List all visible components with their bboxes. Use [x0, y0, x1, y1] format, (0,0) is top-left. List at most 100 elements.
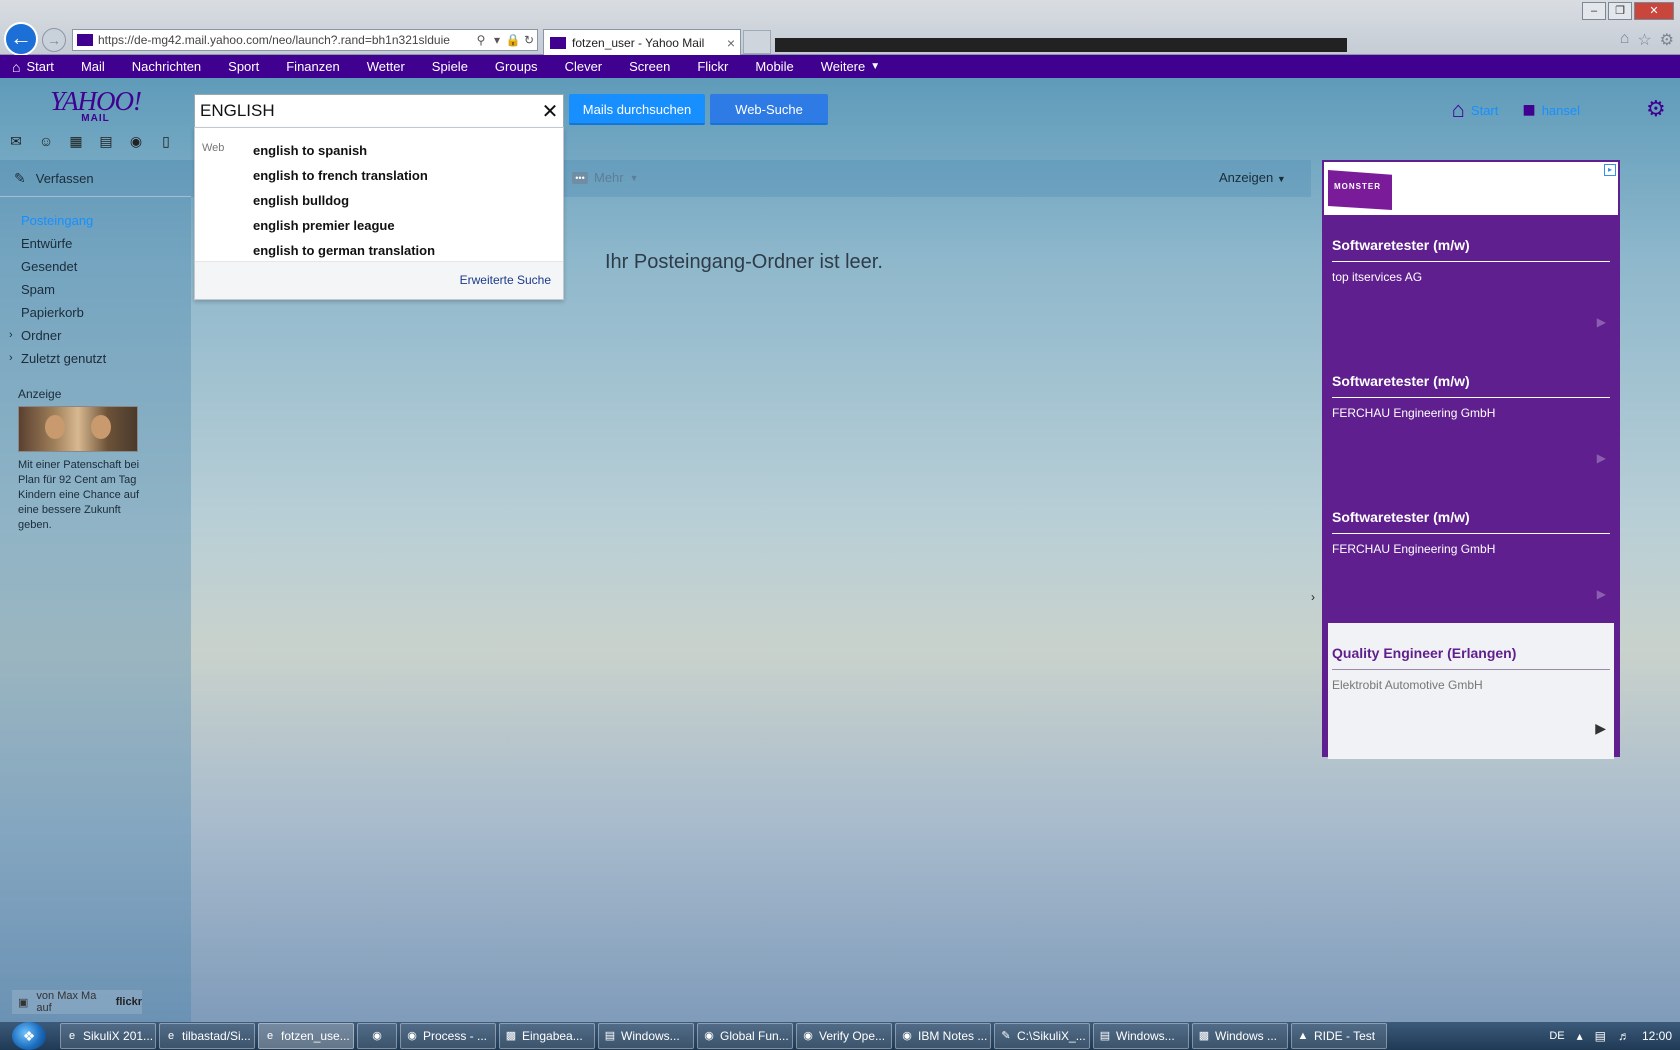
folder-drafts[interactable]: Entwürfe [21, 232, 106, 255]
taskbar-item[interactable]: ✎ C:\SikuliX_... [994, 1023, 1090, 1049]
taskbar-item[interactable]: ◉ Global Fun... [697, 1023, 793, 1049]
dropdown-icon[interactable]: ▾ [489, 33, 505, 47]
taskbar-item[interactable]: ◉ Process - ... [400, 1023, 496, 1049]
folder-sent[interactable]: Gesendet [21, 255, 106, 278]
address-bar[interactable]: https://de-mg42.mail.yahoo.com/neo/launc… [72, 29, 538, 51]
job-ad[interactable]: Softwaretester (m/w) top itservices AG ▶ [1324, 215, 1618, 351]
mail-icon[interactable]: ✉ [8, 134, 24, 149]
suggestion-item[interactable]: english premier league [253, 213, 435, 238]
language-indicator[interactable]: DE [1549, 1030, 1564, 1042]
taskbar-item[interactable]: e tilbastad/Si... [159, 1023, 255, 1049]
job-ad-highlighted[interactable]: Quality Engineer (Erlangen) Elektrobit A… [1328, 623, 1614, 759]
folder-recent[interactable]: › Zuletzt genutzt [9, 347, 106, 370]
folder-trash[interactable]: Papierkorb [21, 301, 106, 324]
new-tab-button[interactable] [743, 30, 771, 54]
contacts-icon[interactable]: ☺ [38, 134, 54, 149]
nav-item-screen[interactable]: Screen [629, 59, 670, 74]
nav-item-mail[interactable]: Mail [81, 59, 105, 74]
search-mails-button[interactable]: Mails durchsuchen [569, 94, 705, 125]
photo-credit[interactable]: ▣ von Max Ma auf flickr [12, 990, 142, 1014]
suggestion-item[interactable]: english to spanish [253, 138, 435, 163]
forward-button[interactable]: → [42, 28, 66, 52]
job-title: Softwaretester (m/w) [1332, 509, 1610, 534]
job-ad[interactable]: Softwaretester (m/w) FERCHAU Engineering… [1324, 487, 1618, 623]
refresh-icon[interactable]: ↻ [521, 33, 537, 47]
nav-item-weitere[interactable]: Weitere ▼ [821, 59, 880, 74]
address-url[interactable]: https://de-mg42.mail.yahoo.com/neo/launc… [98, 33, 473, 47]
nav-item-finanzen[interactable]: Finanzen [286, 59, 339, 74]
search-input[interactable] [200, 101, 537, 121]
mobile-icon[interactable]: ▯ [158, 134, 174, 149]
back-button[interactable]: ← [4, 22, 38, 56]
yahoo-mail-favicon-icon [77, 34, 93, 46]
monster-logo[interactable]: MONSTER [1328, 170, 1392, 210]
tray-expand-icon[interactable]: ▴ [1577, 1029, 1583, 1043]
collapse-ad-panel-icon[interactable]: › [1311, 590, 1315, 604]
close-window-button[interactable]: ✕ [1634, 2, 1674, 20]
taskbar-item[interactable]: ◉ Verify Ope... [796, 1023, 892, 1049]
taskbar-item[interactable]: ▲ RIDE - Test [1291, 1023, 1387, 1049]
flickr-brand: flickr [115, 996, 142, 1008]
start-button[interactable]: ❖ [12, 1022, 46, 1050]
restore-button[interactable]: ❐ [1608, 2, 1632, 20]
nav-item-start[interactable]: ⌂ Start [12, 59, 54, 75]
yahoo-mail-logo[interactable]: YAHOO! MAIL [48, 88, 143, 124]
suggestion-item[interactable]: english bulldog [253, 188, 435, 213]
nav-item-flickr[interactable]: Flickr [697, 59, 728, 74]
job-ad[interactable]: Softwaretester (m/w) FERCHAU Engineering… [1324, 351, 1618, 487]
messenger-icon[interactable]: ◉ [128, 134, 144, 149]
nav-item-sport[interactable]: Sport [228, 59, 259, 74]
user-icon: ■ [1522, 97, 1536, 122]
nav-item-nachrichten[interactable]: Nachrichten [132, 59, 201, 74]
suggestion-item[interactable]: english to french translation [253, 163, 435, 188]
folder-spam[interactable]: Spam [21, 278, 106, 301]
search-icon[interactable]: ⚲ [473, 33, 489, 47]
close-tab-icon[interactable]: × [722, 35, 740, 51]
account-link[interactable]: ■ hansel [1522, 97, 1580, 123]
taskbar-item[interactable]: e SikuliX 201... [60, 1023, 156, 1049]
gear-icon[interactable]: ⚙ [1646, 96, 1666, 122]
adchoices-icon[interactable]: ▸ [1604, 164, 1616, 176]
taskbar-item[interactable]: ◉ IBM Notes ... [895, 1023, 991, 1049]
sidebar-ad[interactable]: Anzeige Mit einer Patenschaft bei Plan f… [18, 387, 140, 533]
calendar-icon[interactable]: ▦ [68, 134, 84, 149]
more-button[interactable]: ••• Mehr ▼ [572, 170, 639, 185]
browser-tab[interactable]: fotzen_user - Yahoo Mail × [543, 29, 741, 55]
taskbar-item[interactable]: ▩ Eingabea... [499, 1023, 595, 1049]
nav-item-clever[interactable]: Clever [565, 59, 603, 74]
clear-search-icon[interactable]: ✕ [537, 99, 563, 124]
taskbar-label: Windows... [621, 1029, 680, 1043]
nav-item-spiele[interactable]: Spiele [432, 59, 468, 74]
advanced-search-link[interactable]: Erweiterte Suche [460, 273, 551, 287]
tab-title[interactable]: fotzen_user - Yahoo Mail [572, 36, 722, 50]
nav-item-groups[interactable]: Groups [495, 59, 538, 74]
view-button[interactable]: Anzeigen ▼ [1219, 170, 1286, 185]
chevron-down-icon: ▼ [870, 61, 881, 72]
taskbar-item[interactable]: ▩ Windows ... [1192, 1023, 1288, 1049]
folder-inbox[interactable]: Posteingang [21, 209, 106, 232]
folder-folders[interactable]: › Ordner [9, 324, 106, 347]
favorites-star-icon[interactable]: ☆ [1637, 30, 1651, 50]
taskbar-item[interactable]: ▤ Windows... [1093, 1023, 1189, 1049]
home-label: Start [1470, 102, 1499, 118]
home-link[interactable]: ⌂ Start [1452, 97, 1499, 123]
suggestion-item[interactable]: english to german translation [253, 238, 435, 263]
nav-item-wetter[interactable]: Wetter [367, 59, 405, 74]
chrome-icon: ◉ [407, 1030, 417, 1042]
network-icon[interactable]: ▤ [1595, 1029, 1606, 1043]
editor-icon: ✎ [1001, 1030, 1011, 1042]
volume-icon[interactable]: ♬ [1618, 1029, 1630, 1043]
clock[interactable]: 12:00 [1642, 1029, 1672, 1043]
compose-button[interactable]: ✎ Verfassen [0, 160, 191, 197]
taskbar-item[interactable]: e fotzen_use... [258, 1023, 354, 1049]
settings-gear-icon[interactable]: ⚙ [1660, 30, 1674, 50]
web-search-button[interactable]: Web-Suche [710, 94, 828, 125]
taskbar-item[interactable]: ◉ [357, 1023, 397, 1049]
notepad-icon[interactable]: ▤ [98, 134, 114, 149]
minimize-button[interactable]: – [1582, 2, 1606, 20]
lock-icon[interactable]: 🔒 [505, 33, 521, 47]
job-title: Quality Engineer (Erlangen) [1332, 645, 1610, 670]
taskbar-item[interactable]: ▤ Windows... [598, 1023, 694, 1049]
nav-item-mobile[interactable]: Mobile [755, 59, 793, 74]
home-icon[interactable]: ⌂ [1620, 30, 1630, 50]
